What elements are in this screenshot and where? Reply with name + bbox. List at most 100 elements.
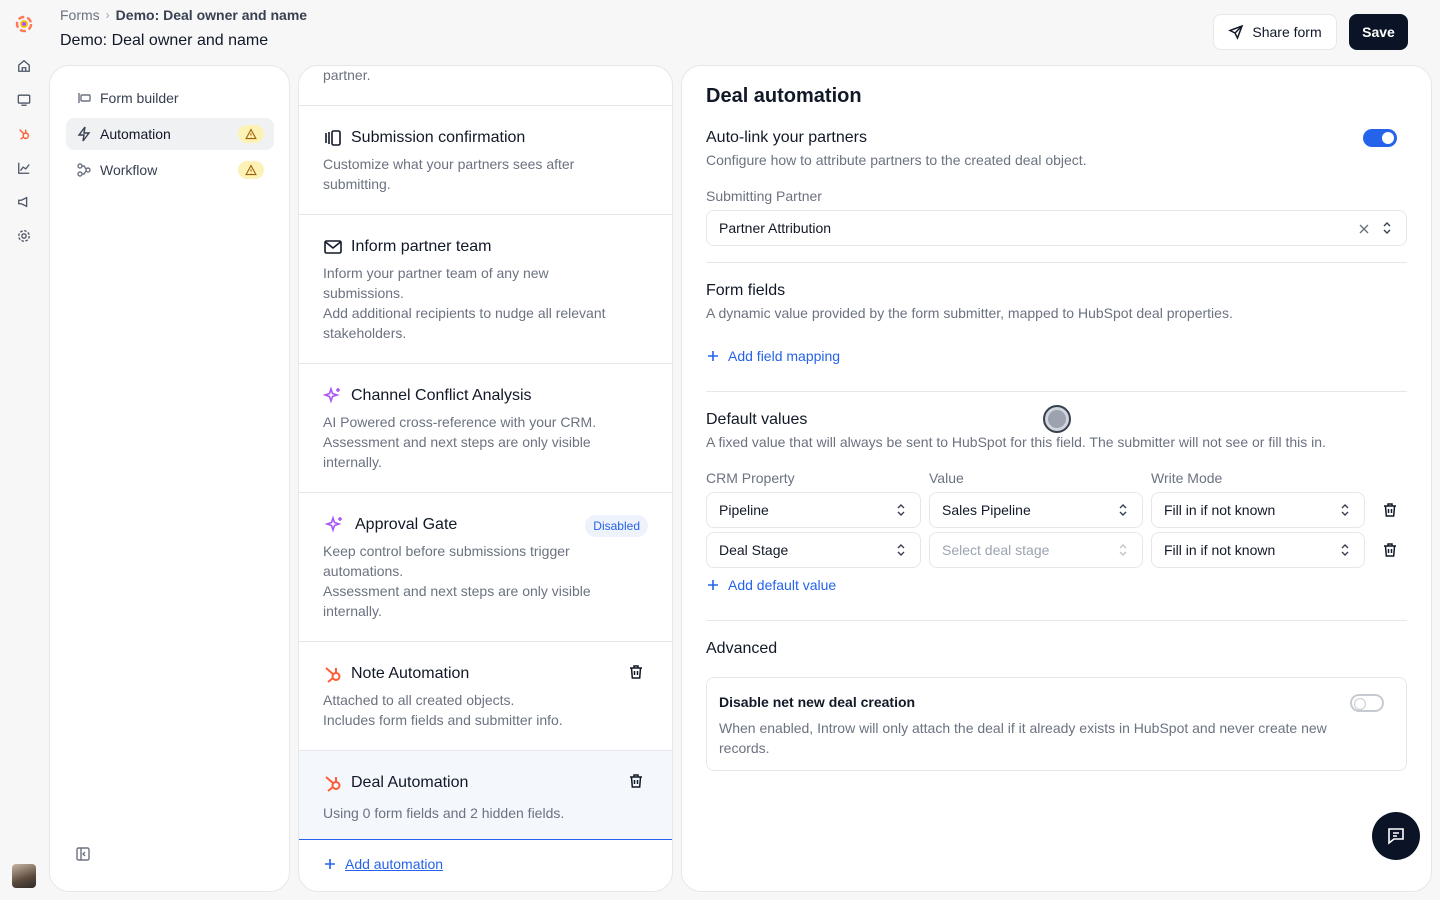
trash-icon[interactable]	[1382, 502, 1398, 523]
card-title: Submission confirmation	[351, 129, 526, 146]
autolink-title: Auto-link your partners	[706, 129, 867, 146]
hubspot-icon	[325, 776, 341, 792]
warning-icon	[238, 161, 264, 179]
advanced-option-title: Disable net new deal creation	[719, 694, 916, 710]
autolink-desc: Configure how to attribute partners to t…	[706, 152, 1087, 168]
disable-new-deal-toggle[interactable]	[1350, 694, 1384, 712]
trash-icon[interactable]	[628, 664, 644, 685]
add-default-value-link[interactable]: Add default value	[706, 577, 836, 593]
card-title: Inform partner team	[351, 238, 492, 255]
chevron-right-icon: ›	[105, 8, 110, 22]
nav-item-form-builder[interactable]: Form builder	[66, 82, 274, 114]
autolink-toggle[interactable]	[1363, 129, 1397, 147]
deal-automation-panel: Deal automation Auto-link your partners …	[681, 65, 1432, 892]
mail-icon	[324, 240, 342, 254]
plus-icon	[708, 351, 718, 361]
nav-item-automation[interactable]: Automation	[66, 118, 274, 150]
divider	[706, 620, 1407, 621]
hubspot-icon[interactable]	[12, 122, 36, 146]
card-approval-gate[interactable]: Approval Gate Disabled Keep control befo…	[299, 493, 672, 642]
user-avatar[interactable]	[12, 864, 36, 888]
breadcrumb: Forms › Demo: Deal owner and name	[60, 7, 307, 23]
add-automation-label: Add automation	[345, 856, 444, 872]
cursor-indicator	[1043, 405, 1071, 433]
settings-icon[interactable]	[12, 224, 36, 248]
write-mode-select[interactable]: Fill in if not known	[1151, 492, 1365, 528]
hubspot-icon	[325, 667, 341, 683]
select-value: Fill in if not known	[1164, 542, 1276, 558]
breadcrumb-root[interactable]: Forms	[60, 7, 100, 23]
submitting-partner-select[interactable]: Partner Attribution	[706, 210, 1407, 246]
breadcrumb-current: Demo: Deal owner and name	[115, 7, 308, 23]
monitor-icon[interactable]	[12, 88, 36, 112]
card-channel-conflict-analysis[interactable]: Channel Conflict Analysis AI Powered cro…	[299, 364, 672, 493]
plus-icon	[325, 859, 335, 869]
nav-item-label: Form builder	[100, 90, 179, 106]
value-select[interactable]: Sales Pipeline	[929, 492, 1143, 528]
add-automation-link[interactable]: Add automation	[323, 856, 443, 872]
divider	[706, 262, 1407, 263]
page-title: Demo: Deal owner and name	[60, 32, 269, 49]
advanced-option-card: Disable net new deal creation When enabl…	[706, 677, 1407, 771]
default-values-desc: A fixed value that will always be sent t…	[706, 434, 1326, 450]
send-icon	[1228, 24, 1244, 40]
app-rail	[0, 0, 48, 900]
card-desc-line: Keep control before submissions trigger	[323, 543, 570, 559]
megaphone-icon[interactable]	[12, 190, 36, 214]
card-desc-line: Attached to all created objects.	[323, 692, 515, 708]
plus-icon	[708, 580, 718, 590]
truncated-card-text: partner.	[323, 67, 371, 83]
chevron-up-down-icon	[894, 543, 908, 560]
select-placeholder: Select deal stage	[942, 542, 1050, 558]
submitting-partner-value: Partner Attribution	[719, 220, 832, 236]
crm-property-select[interactable]: Deal Stage	[706, 532, 921, 568]
add-field-mapping-label: Add field mapping	[728, 348, 841, 364]
chevron-up-down-icon	[1116, 543, 1130, 560]
column-header-write-mode: Write Mode	[1151, 470, 1223, 486]
form-builder-icon	[78, 93, 91, 103]
value-select[interactable]: Select deal stage	[929, 532, 1143, 568]
share-form-button[interactable]: Share form	[1213, 14, 1337, 50]
chevron-up-down-icon	[894, 503, 908, 520]
card-desc-line: stakeholders.	[323, 325, 407, 341]
add-field-mapping-link[interactable]: Add field mapping	[706, 348, 840, 364]
clear-icon[interactable]	[1358, 222, 1370, 238]
share-form-label: Share form	[1252, 24, 1322, 40]
crm-property-select[interactable]: Pipeline	[706, 492, 921, 528]
chevron-up-down-icon	[1338, 503, 1352, 520]
card-inform-partner-team[interactable]: Inform partner team Inform your partner …	[299, 215, 672, 364]
chat-support-button[interactable]	[1372, 812, 1420, 860]
card-desc-line: Assessment and next steps are only visib…	[323, 583, 591, 599]
select-value: Pipeline	[719, 502, 769, 518]
chat-icon	[1388, 828, 1404, 845]
list-item[interactable]: partner.	[299, 66, 672, 106]
column-header-value: Value	[929, 470, 964, 486]
add-default-value-label: Add default value	[728, 577, 837, 593]
select-value: Fill in if not known	[1164, 502, 1276, 518]
trash-icon[interactable]	[1382, 542, 1398, 563]
automation-list-panel: partner. Submission confirmation Customi…	[298, 65, 673, 892]
save-button[interactable]: Save	[1349, 14, 1408, 50]
chevron-up-down-icon	[1338, 543, 1352, 560]
ai-sparkle-icon	[323, 386, 340, 404]
collapse-sidebar-icon[interactable]	[75, 846, 91, 867]
nav-item-workflow[interactable]: Workflow	[66, 154, 274, 186]
card-title: Channel Conflict Analysis	[351, 387, 532, 404]
card-submission-confirmation[interactable]: Submission confirmation Customize what y…	[299, 106, 672, 215]
nav-item-label: Automation	[100, 126, 171, 142]
chevron-up-down-icon	[1380, 221, 1394, 238]
chart-icon[interactable]	[12, 156, 36, 180]
app-logo-icon[interactable]	[12, 12, 36, 36]
status-badge: Disabled	[585, 515, 648, 537]
card-desc-line: Customize what your partners sees after	[323, 156, 575, 172]
card-note-automation[interactable]: Note Automation Attached to all created …	[299, 642, 672, 751]
settings-nav-panel: Form builder Automation Workflow	[49, 65, 290, 892]
card-title: Note Automation	[351, 665, 470, 682]
select-value: Sales Pipeline	[942, 502, 1031, 518]
card-deal-automation[interactable]: Deal Automation Using 0 form fields and …	[299, 751, 672, 840]
write-mode-select[interactable]: Fill in if not known	[1151, 532, 1365, 568]
home-icon[interactable]	[12, 54, 36, 78]
form-fields-title: Form fields	[706, 282, 786, 299]
card-desc-line: AI Powered cross-reference with your CRM…	[323, 414, 597, 430]
trash-icon[interactable]	[628, 773, 644, 794]
